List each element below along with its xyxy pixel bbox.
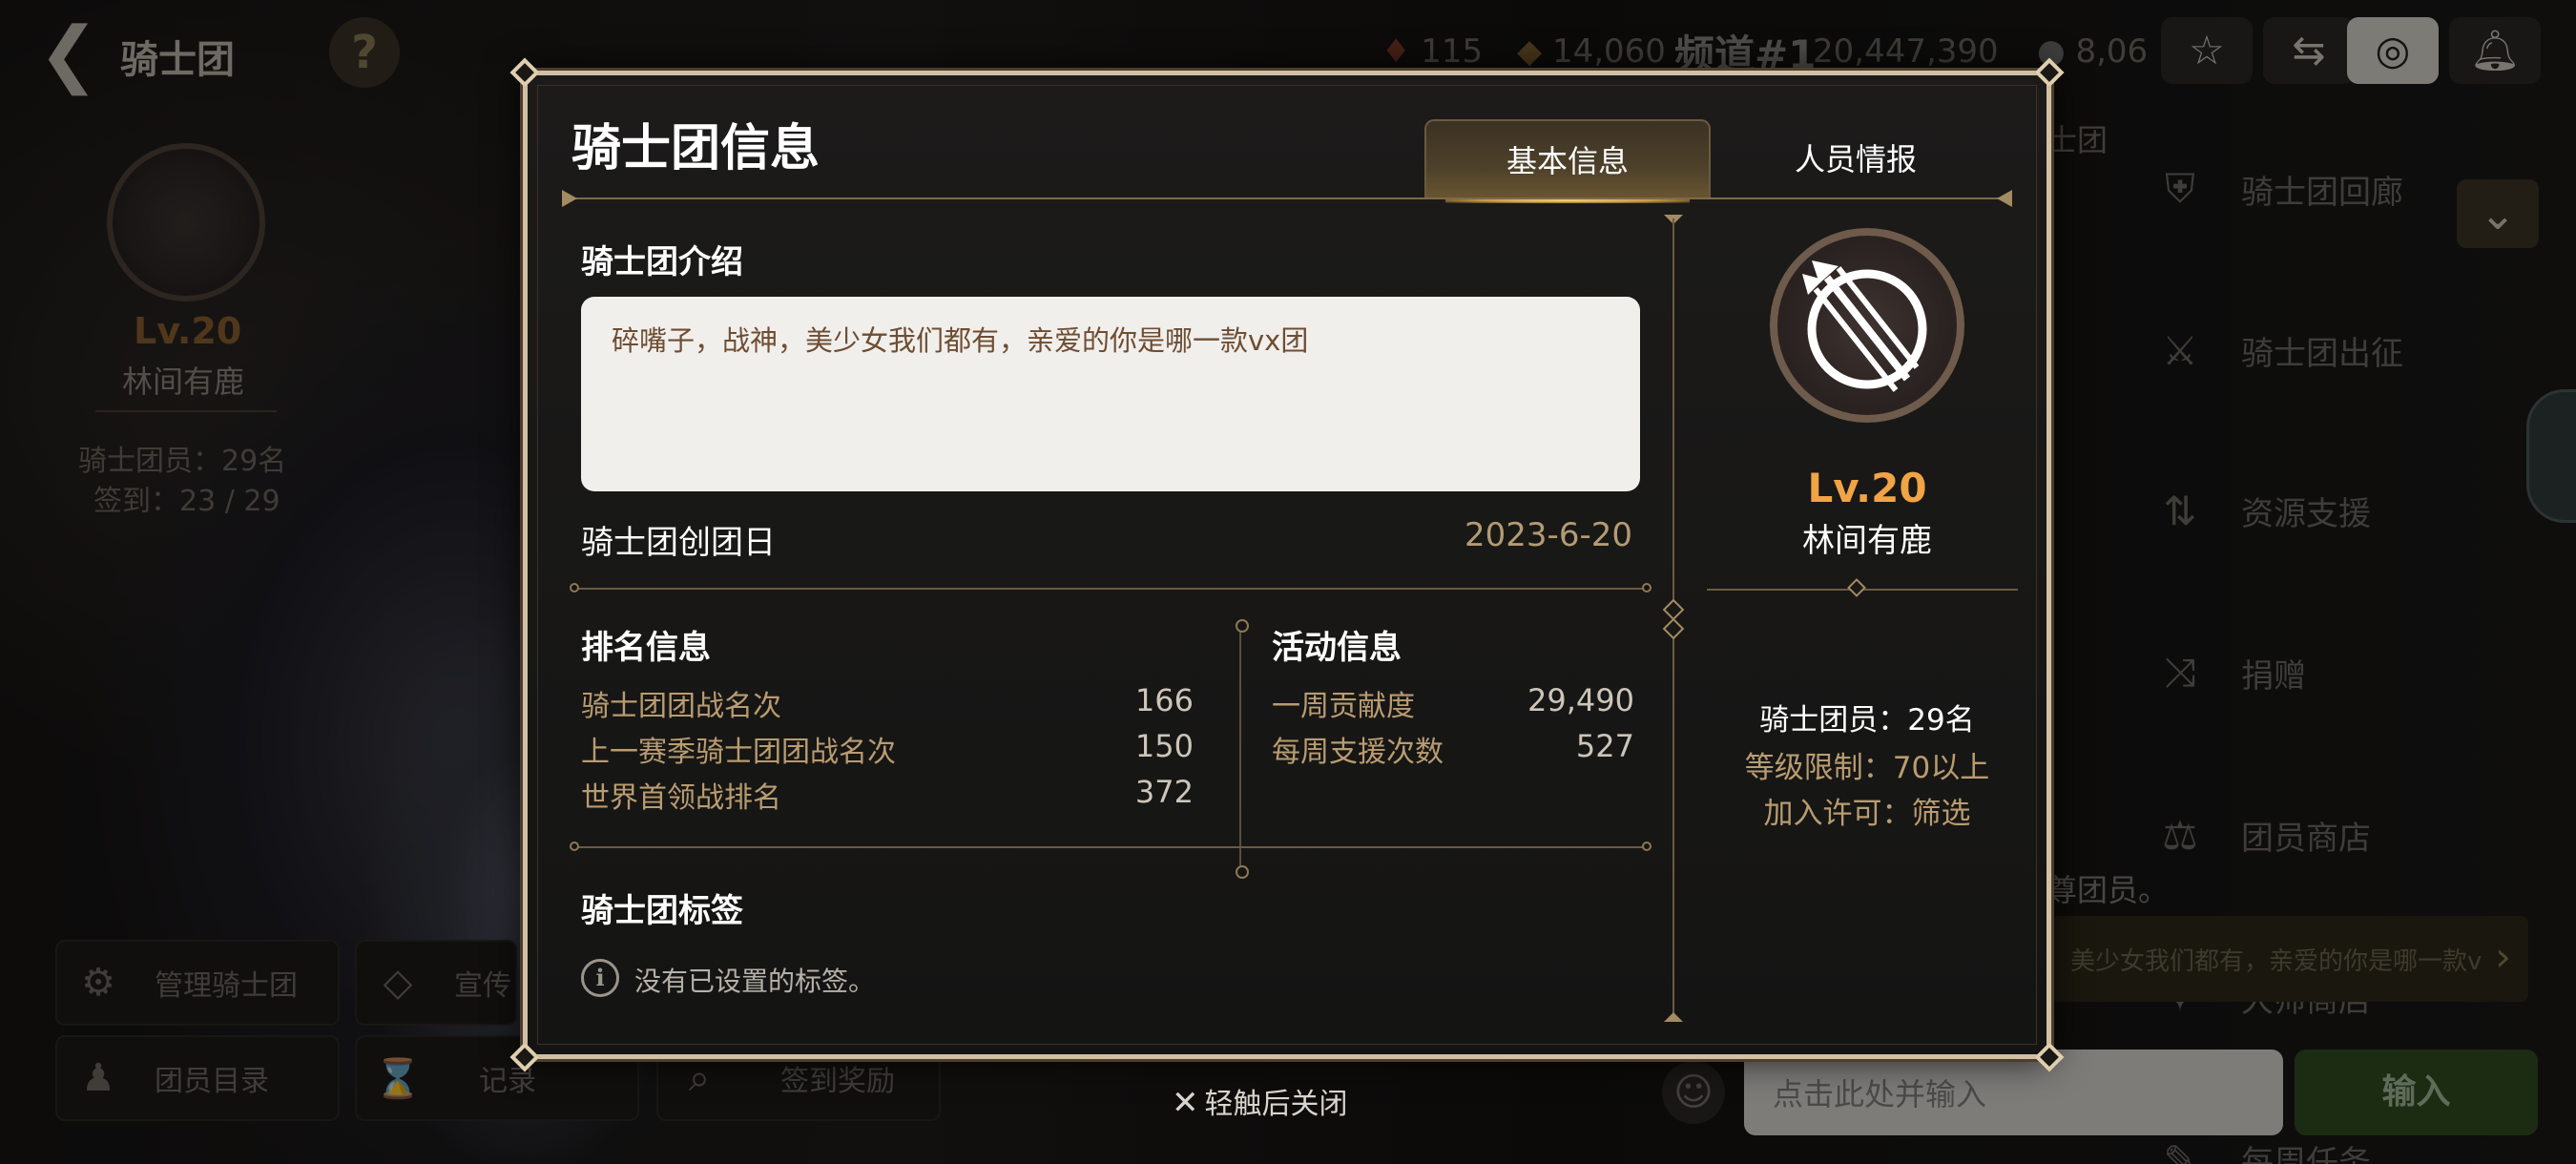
stats-vertical-divider bbox=[1236, 619, 1249, 879]
tags-title: 骑士团标签 bbox=[581, 892, 743, 930]
modal-title: 骑士团信息 bbox=[571, 120, 821, 177]
tab-member-info[interactable]: 人员情报 bbox=[1713, 119, 1999, 199]
section-divider bbox=[570, 842, 1652, 851]
ranking-value: 166 bbox=[1134, 682, 1194, 718]
ranking-value: 372 bbox=[1134, 774, 1194, 810]
guild-name: 林间有鹿 bbox=[1802, 522, 1932, 560]
guild-join-permission: 加入许可：筛选 bbox=[1763, 797, 1971, 831]
ranking-value: 150 bbox=[1134, 728, 1194, 764]
activity-title: 活动信息 bbox=[1272, 629, 1402, 667]
tags-empty-text: 没有已设置的标签。 bbox=[634, 966, 876, 997]
activity-label: 一周贡献度 bbox=[1272, 690, 1415, 723]
guild-name-divider bbox=[1707, 578, 2018, 597]
ranking-title: 排名信息 bbox=[581, 629, 711, 667]
intro-text-box: 碎嘴子，战神，美少女我们都有，亲爱的你是哪一款vx团 bbox=[581, 297, 1640, 491]
divider-cap bbox=[1664, 1012, 1683, 1022]
guild-level: Lv.20 bbox=[1807, 465, 1927, 511]
activity-value: 527 bbox=[1575, 728, 1634, 764]
guild-emblem-icon bbox=[1802, 260, 1927, 392]
activity-value: 29,490 bbox=[1527, 682, 1634, 718]
divider-diamond bbox=[1662, 617, 1685, 640]
intro-text: 碎嘴子，战神，美少女我们都有，亲爱的你是哪一款vx团 bbox=[612, 324, 1309, 357]
ranking-label: 骑士团团战名次 bbox=[581, 690, 781, 723]
close-hint[interactable]: ✕ 轻触后关闭 bbox=[1172, 1080, 1348, 1122]
guild-level-limit: 等级限制：70以上 bbox=[1744, 751, 1990, 785]
header-divider bbox=[562, 190, 2012, 207]
founded-date: 2023-6-20 bbox=[1465, 516, 1632, 554]
intro-title: 骑士团介绍 bbox=[581, 243, 743, 281]
tab-basic-info[interactable]: 基本信息 bbox=[1424, 119, 1711, 203]
guild-info-modal: 骑士团信息 基本信息 人员情报 骑士团介绍 碎嘴子，战神，美少女我们都有，亲爱的… bbox=[509, 57, 2065, 1072]
modal-inner-border bbox=[537, 85, 2037, 1045]
section-divider bbox=[570, 583, 1652, 592]
guild-member-count: 骑士团员：29名 bbox=[1759, 703, 1975, 738]
guild-emblem bbox=[1770, 228, 1964, 423]
info-icon: i bbox=[581, 959, 619, 997]
ranking-label: 上一赛季骑士团团战名次 bbox=[581, 736, 896, 769]
founded-label: 骑士团创团日 bbox=[581, 524, 776, 562]
close-icon: ✕ bbox=[1172, 1084, 1199, 1122]
ranking-label: 世界首领战排名 bbox=[581, 781, 781, 815]
activity-label: 每周支援次数 bbox=[1272, 736, 1444, 769]
